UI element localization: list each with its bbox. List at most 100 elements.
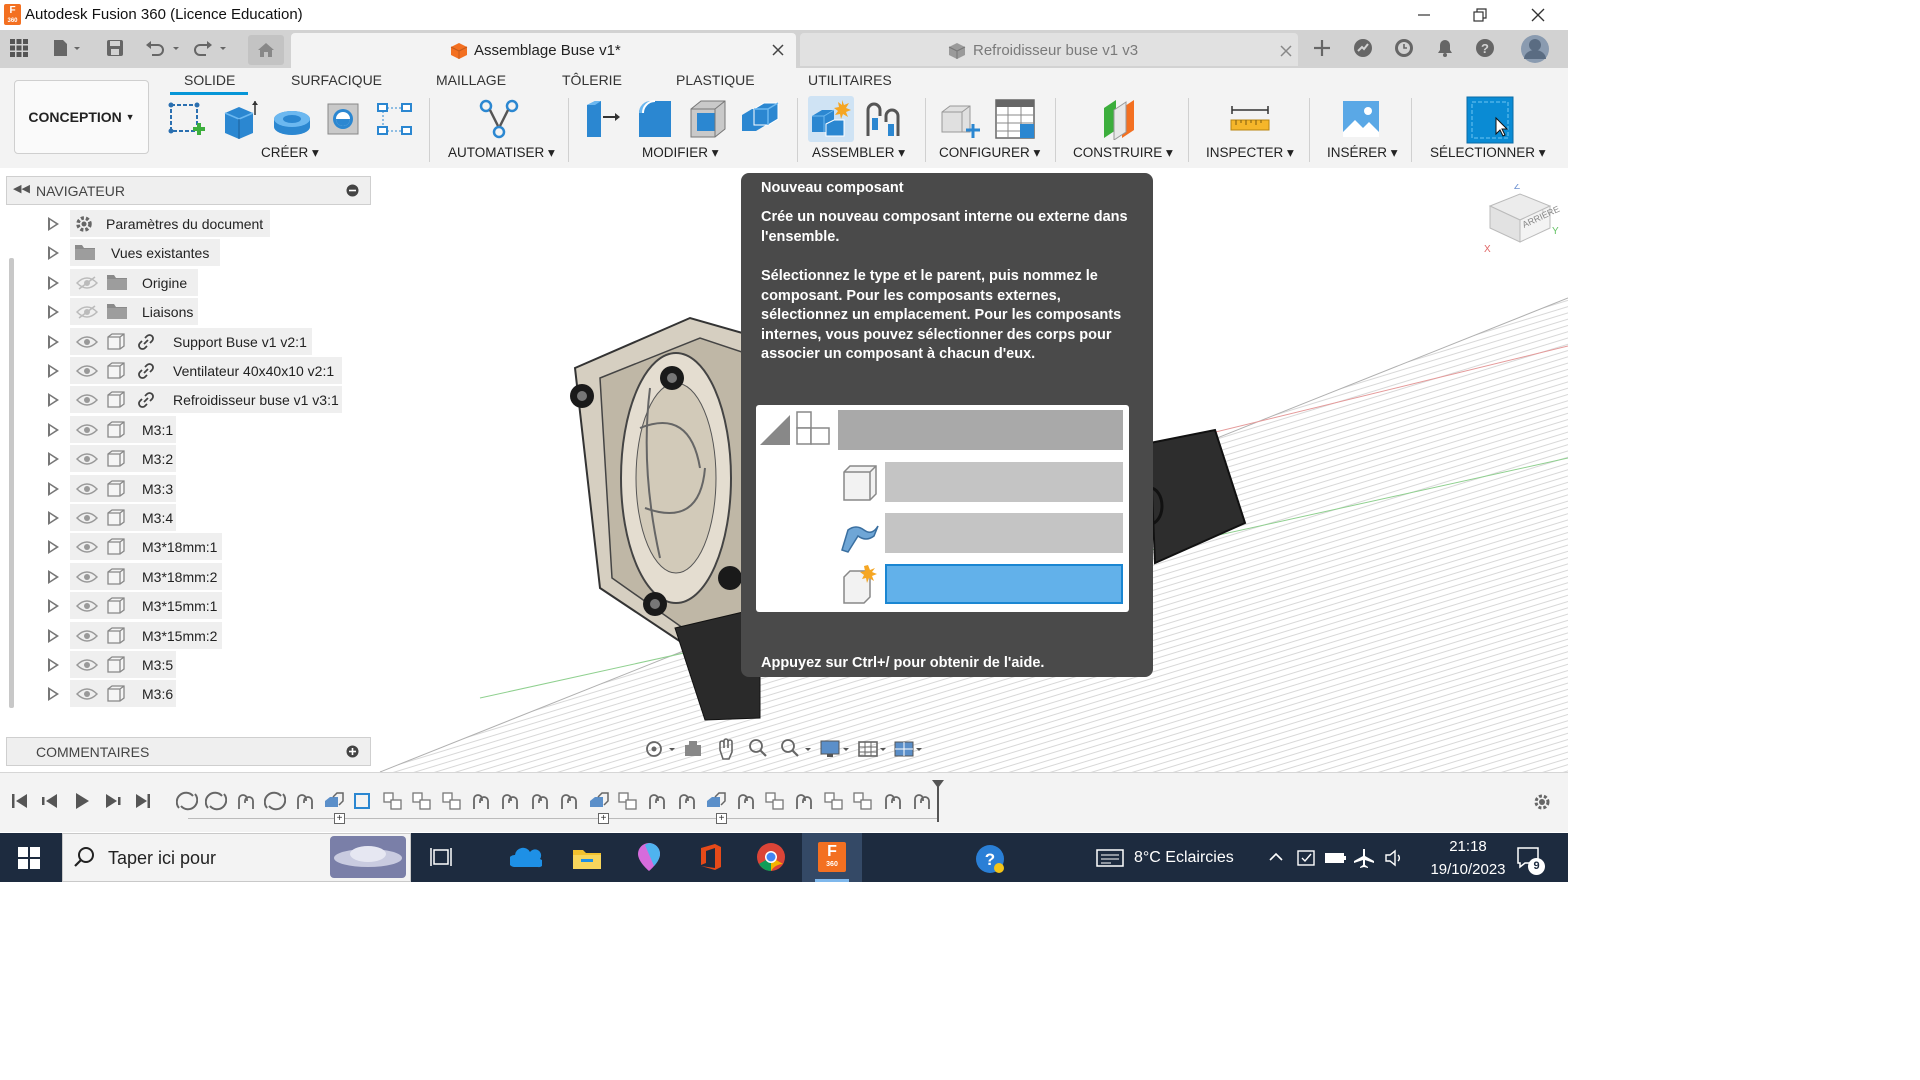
timeline-comp-icon[interactable] xyxy=(617,791,639,816)
group-automatiser[interactable]: AUTOMATISER ▾ xyxy=(448,145,555,161)
pattern-icon[interactable] xyxy=(374,98,416,140)
insert-image-icon[interactable] xyxy=(1340,98,1382,140)
windows-start-icon[interactable] xyxy=(18,847,40,874)
visibility-eye-icon[interactable] xyxy=(75,569,99,590)
browser-item[interactable]: Paramètres du document xyxy=(40,210,360,239)
weather-icon[interactable] xyxy=(1096,848,1124,873)
visibility-eye-icon[interactable] xyxy=(75,510,99,531)
combine-icon[interactable] xyxy=(738,98,780,140)
browser-item[interactable]: M3*15mm:1 xyxy=(40,592,360,621)
timeline-sketch-icon[interactable] xyxy=(352,791,374,816)
expand-arrow-icon[interactable] xyxy=(48,658,59,672)
clock-time[interactable]: 21:18 xyxy=(1438,838,1498,855)
airplane-mode-icon[interactable] xyxy=(1354,848,1376,873)
timeline-comp-icon[interactable] xyxy=(441,791,463,816)
clock-date[interactable]: 19/10/2023 xyxy=(1418,861,1518,878)
timeline-rigid-icon[interactable] xyxy=(911,791,933,816)
workspace-switcher[interactable]: CONCEPTION ▼ xyxy=(14,80,149,154)
visibility-eye-icon[interactable] xyxy=(75,539,99,560)
timeline-group-expand-icon[interactable]: + xyxy=(716,813,727,824)
browser-item[interactable]: M3*15mm:2 xyxy=(40,621,360,651)
browser-item[interactable]: M3*18mm:2 xyxy=(40,562,360,592)
user-avatar[interactable] xyxy=(1520,34,1550,69)
close-window-button[interactable] xyxy=(1510,0,1566,30)
group-construire[interactable]: CONSTRUIRE ▾ xyxy=(1073,145,1173,161)
visibility-eye-icon[interactable] xyxy=(75,657,99,678)
tray-app-icon[interactable] xyxy=(1296,848,1318,873)
browser-item[interactable]: Refroidisseur buse v1 v3:1 xyxy=(40,386,360,415)
browser-item[interactable]: Origine xyxy=(40,268,360,298)
visibility-eye-icon[interactable] xyxy=(75,422,99,443)
browser-item[interactable]: Ventilateur 40x40x10 v2:1 xyxy=(40,357,360,386)
timeline-group-expand-icon[interactable]: + xyxy=(598,813,609,824)
browser-item[interactable]: Liaisons xyxy=(40,298,360,327)
expand-arrow-icon[interactable] xyxy=(48,481,59,496)
timeline-rigid-icon[interactable] xyxy=(735,791,757,816)
create-sketch-icon[interactable] xyxy=(166,98,208,140)
timeline-rigid-icon[interactable] xyxy=(470,791,492,816)
timeline-joint-icon[interactable] xyxy=(205,791,228,816)
tab-utilitaires[interactable]: UTILITAIRES xyxy=(808,72,892,88)
weather-text[interactable]: 8°C Eclaircies xyxy=(1134,849,1234,867)
expand-arrow-icon[interactable] xyxy=(48,540,59,555)
measure-icon[interactable] xyxy=(1228,98,1270,140)
help-tips-icon[interactable]: ? xyxy=(975,844,1005,879)
viewcube-widget[interactable]: Z X Y ARRIÈRE xyxy=(1480,184,1564,254)
browser-item[interactable]: M3:2 xyxy=(40,445,360,474)
browser-item[interactable]: M3:3 xyxy=(40,474,360,504)
extensions-icon[interactable] xyxy=(1351,36,1375,60)
visibility-eye-icon[interactable] xyxy=(75,392,99,413)
visibility-eye-icon[interactable] xyxy=(75,686,99,707)
timeline-comp-icon[interactable] xyxy=(411,791,433,816)
redo-icon[interactable] xyxy=(192,36,228,60)
timeline-joint-icon[interactable] xyxy=(175,791,199,816)
group-modifier[interactable]: MODIFIER ▾ xyxy=(642,145,719,161)
browser-item[interactable]: Vues existantes xyxy=(40,239,360,268)
group-inserer[interactable]: INSÉRER ▾ xyxy=(1327,145,1398,161)
chrome-icon[interactable] xyxy=(756,842,786,877)
timeline-joint-icon[interactable] xyxy=(263,791,287,816)
browser-item[interactable]: Support Buse v1 v2:1 xyxy=(40,327,360,357)
tab-surfacique[interactable]: SURFACIQUE xyxy=(291,72,382,88)
office-icon[interactable] xyxy=(698,843,724,876)
onedrive-icon[interactable] xyxy=(508,847,544,874)
new-tab-plus-icon[interactable] xyxy=(1310,36,1334,60)
visibility-hidden-icon[interactable] xyxy=(75,275,99,296)
group-assembler[interactable]: ASSEMBLER ▾ xyxy=(812,145,905,161)
timeline-group-expand-icon[interactable]: + xyxy=(334,813,345,824)
close-tab-icon[interactable] xyxy=(772,43,784,61)
browser-item[interactable]: M3:4 xyxy=(40,504,360,533)
tab-tolerie[interactable]: TÔLERIE xyxy=(562,72,622,88)
tab-solide[interactable]: SOLIDE xyxy=(184,72,235,88)
visibility-hidden-icon[interactable] xyxy=(75,304,99,325)
automate-icon[interactable] xyxy=(478,98,520,140)
expand-arrow-icon[interactable] xyxy=(48,305,59,320)
timeline-comp-icon[interactable] xyxy=(852,791,874,816)
task-view-icon[interactable] xyxy=(430,846,454,873)
timeline-rigid-icon[interactable] xyxy=(529,791,551,816)
minimize-panel-icon[interactable] xyxy=(346,184,359,202)
battery-icon[interactable] xyxy=(1324,850,1348,871)
timeline-rigid-icon[interactable] xyxy=(294,791,316,816)
restore-button[interactable] xyxy=(1452,0,1508,30)
timeline-rigid-icon[interactable] xyxy=(676,791,698,816)
fillet-icon[interactable] xyxy=(634,98,676,140)
comments-panel-header[interactable]: COMMENTAIRES xyxy=(6,737,371,766)
joint-icon[interactable] xyxy=(862,98,904,140)
group-inspecter[interactable]: INSPECTER ▾ xyxy=(1206,145,1294,161)
file-explorer-icon[interactable] xyxy=(572,845,602,876)
expand-arrow-icon[interactable] xyxy=(48,452,59,467)
timeline-features[interactable]: + + + xyxy=(175,788,956,828)
select-icon[interactable] xyxy=(1466,96,1514,144)
visibility-eye-icon[interactable] xyxy=(75,363,99,384)
timeline-rigid-icon[interactable] xyxy=(882,791,904,816)
expand-arrow-icon[interactable] xyxy=(48,599,59,614)
tab-maillage[interactable]: MAILLAGE xyxy=(436,72,506,88)
extrude-icon[interactable] xyxy=(218,98,260,140)
maps-pin-icon[interactable] xyxy=(636,842,662,877)
expand-arrow-icon[interactable] xyxy=(48,334,59,349)
timeline-rigid-icon[interactable] xyxy=(793,791,815,816)
expand-arrow-icon[interactable] xyxy=(48,275,59,290)
notifications-bell-icon[interactable] xyxy=(1433,36,1457,60)
timeline-rigid-icon[interactable] xyxy=(235,791,257,816)
